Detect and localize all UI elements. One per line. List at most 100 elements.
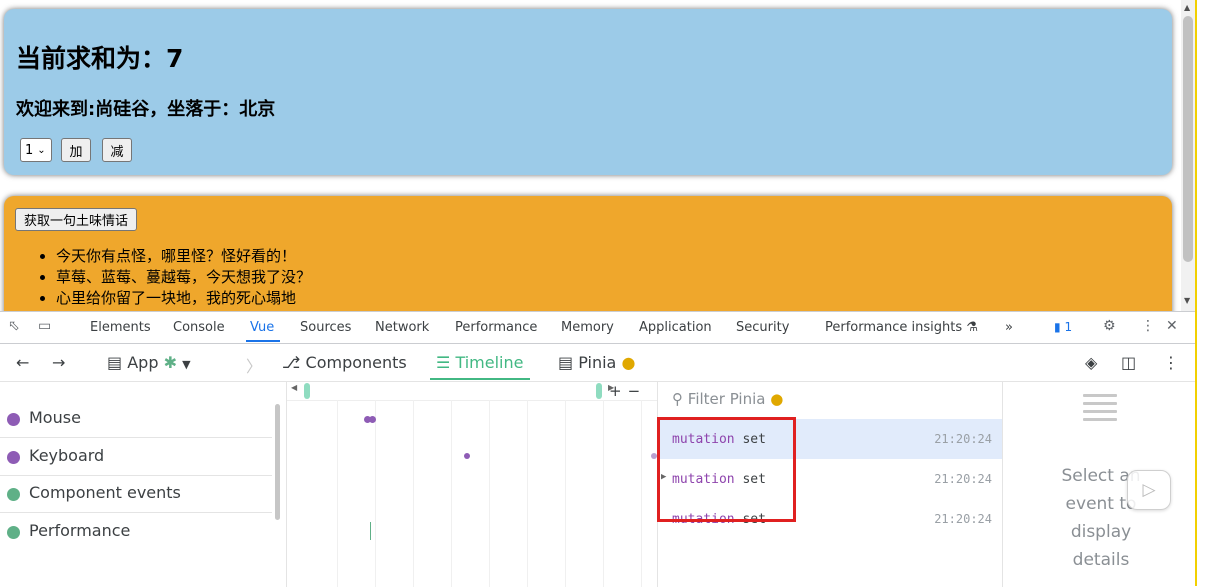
performance-marker[interactable] [370, 522, 371, 540]
components-tree-icon: ⎇ [282, 353, 301, 372]
timeline-event-marker[interactable] [369, 416, 376, 423]
back-arrow-icon[interactable]: ← [16, 353, 29, 372]
nav-timeline-label: Timeline [455, 353, 524, 372]
add-button[interactable]: 加 [61, 138, 91, 162]
layer-label: Performance [29, 521, 131, 540]
breadcrumb-separator-icon: 〉 [246, 357, 263, 376]
timeline-icon: ☰ [436, 353, 451, 372]
more-tabs-button[interactable]: » [1005, 320, 1013, 335]
love-talk-list: 今天你有点怪，哪里怪？怪好看的！ 草莓、蓝莓、蔓越莓，今天想我了没？ 心里给你留… [36, 246, 311, 309]
event-time: 21:20:24 [934, 512, 992, 526]
timeline-ruler: ◀ ▶ +− [287, 382, 657, 401]
range-start-handle[interactable] [304, 383, 310, 399]
settings-gear-icon[interactable]: ⚙ [1103, 318, 1116, 334]
list-item: 心里给你留了一块地，我的死心塌地 [56, 288, 311, 309]
app-label: App [127, 353, 159, 372]
devtools-panel: ⬁ ▭ Elements Console Vue Sources Network… [0, 311, 1195, 587]
tab-console[interactable]: Console [173, 320, 225, 335]
pinia-store-icon: ▤ [558, 353, 574, 372]
forward-arrow-icon[interactable]: → [52, 353, 65, 372]
tab-elements[interactable]: Elements [90, 320, 151, 335]
app-window-icon: ▤ [107, 353, 123, 372]
app-status-badge-icon: ✱ [163, 353, 177, 372]
layer-performance[interactable]: Performance [0, 513, 272, 550]
page-viewport: 当前求和为：7 欢迎来到:尚硅谷，坐落于：北京 1 ⌄ 加 减 获取一句土味情话… [0, 0, 1195, 311]
tab-security[interactable]: Security [736, 320, 789, 335]
scrollbar-thumb[interactable] [1183, 16, 1193, 262]
layer-color-dot [7, 413, 20, 426]
scroll-up-icon[interactable]: ▲ [1184, 3, 1190, 13]
empty-details-icon [1083, 394, 1117, 426]
dropdown-caret-icon: ▼ [182, 358, 191, 371]
scroll-left-icon[interactable]: ◀ [291, 383, 297, 392]
layer-label: Component events [29, 483, 181, 502]
subtract-button[interactable]: 减 [102, 138, 132, 162]
layer-color-dot [7, 451, 20, 464]
page-scrollbar[interactable]: ▲ ▼ [1181, 0, 1195, 311]
nav-components-label: Components [305, 353, 407, 372]
inspect-element-icon[interactable]: ⬁ [8, 318, 20, 334]
window-edge [1195, 0, 1207, 586]
active-nav-indicator [430, 378, 530, 380]
scroll-down-icon[interactable]: ▼ [1184, 296, 1190, 306]
welcome-text: 欢迎来到:尚硅谷，坐落于：北京 [16, 99, 276, 120]
tab-vue[interactable]: Vue [250, 320, 274, 335]
chevron-down-icon: ⌄ [37, 144, 46, 156]
tab-network[interactable]: Network [375, 320, 429, 335]
pinia-pineapple-icon: ● [621, 353, 636, 372]
sum-title: 当前求和为：7 [16, 44, 184, 73]
flask-icon: ⚗ [966, 320, 978, 335]
pinia-pineapple-icon: ● [770, 390, 784, 408]
event-details-pane: Select an event to display details ▷ [1003, 382, 1195, 587]
range-end-handle[interactable] [596, 383, 602, 399]
number-select[interactable]: 1 ⌄ [20, 138, 52, 162]
number-select-value: 1 [25, 142, 34, 158]
layer-color-dot [7, 488, 20, 501]
layer-label: Keyboard [29, 446, 105, 465]
filter-input[interactable]: ⚲ Filter Pinia ● [672, 390, 783, 408]
more-options-icon[interactable]: ⋮ [1141, 318, 1155, 334]
zoom-controls[interactable]: +− [609, 382, 646, 400]
layers-scrollbar[interactable] [275, 404, 280, 520]
app-selector[interactable]: ▤ App ✱ ▼ [107, 353, 191, 372]
vue-devtools-toolbar: ← → ▤ App ✱ ▼ 〉 ⎇ Components ☰ Timeline … [0, 344, 1195, 382]
sum-card: 当前求和为：7 欢迎来到:尚硅谷，坐落于：北京 1 ⌄ 加 减 [4, 9, 1172, 175]
device-toolbar-icon[interactable]: ▭ [38, 318, 51, 334]
timeline-layers: Mouse Keyboard Component events Performa… [0, 382, 287, 587]
issues-badge[interactable]: ▮ 1 [1054, 320, 1072, 334]
tab-memory[interactable]: Memory [561, 320, 614, 335]
event-time: 21:20:24 [934, 472, 992, 486]
nav-timeline[interactable]: ☰ Timeline [436, 353, 523, 372]
list-item: 今天你有点怪，哪里怪？怪好看的！ [56, 246, 311, 267]
active-tab-indicator [246, 340, 280, 342]
devtools-tab-bar: ⬁ ▭ Elements Console Vue Sources Network… [0, 312, 1195, 344]
layer-mouse[interactable]: Mouse [0, 400, 272, 438]
layer-component-events[interactable]: Component events [0, 475, 272, 513]
layer-color-dot [7, 526, 20, 539]
tab-application[interactable]: Application [639, 320, 712, 335]
timeline-graph[interactable]: ◀ ▶ +− [287, 382, 658, 587]
tab-sources[interactable]: Sources [300, 320, 351, 335]
tab-performance[interactable]: Performance [455, 320, 537, 335]
filter-placeholder: Filter Pinia [687, 390, 766, 408]
search-icon: ⚲ [672, 390, 683, 408]
love-talk-card: 获取一句土味情话 今天你有点怪，哪里怪？怪好看的！ 草莓、蓝莓、蔓越莓，今天想我… [4, 196, 1172, 311]
timeline-event-marker[interactable] [464, 453, 470, 459]
issues-count: 1 [1064, 320, 1073, 334]
issues-icon: ▮ [1054, 320, 1061, 334]
nav-pinia[interactable]: ▤ Pinia ● [558, 353, 635, 372]
clear-events-icon[interactable]: ◫ [1121, 353, 1136, 372]
nav-components[interactable]: ⎇ Components [282, 353, 407, 372]
event-time: 21:20:24 [934, 432, 992, 446]
annotation-highlight-box [657, 417, 796, 522]
more-options-icon[interactable]: ⋮ [1163, 353, 1179, 372]
play-overlay-icon[interactable]: ▷ [1127, 470, 1171, 510]
tab-performance-insights-label: Performance insights [825, 320, 963, 335]
close-devtools-icon[interactable]: ✕ [1166, 318, 1178, 334]
layer-label: Mouse [29, 408, 81, 427]
fetch-love-talk-button[interactable]: 获取一句土味情话 [15, 208, 138, 231]
layers-icon[interactable]: ◈ [1085, 353, 1097, 372]
tab-performance-insights[interactable]: Performance insights ⚗ [825, 320, 978, 335]
list-item: 草莓、蓝莓、蔓越莓，今天想我了没？ [56, 267, 311, 288]
layer-keyboard[interactable]: Keyboard [0, 438, 272, 476]
